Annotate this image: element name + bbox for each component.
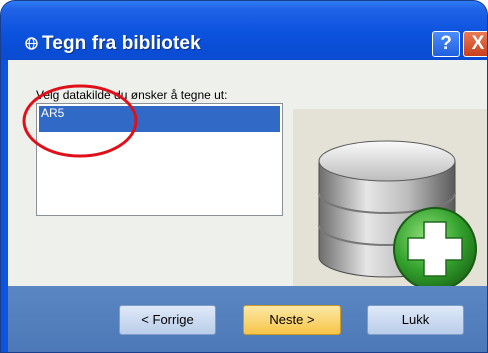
database-add-icon xyxy=(318,140,477,286)
help-button[interactable]: ? xyxy=(432,31,460,57)
title-bar[interactable]: Tegn fra bibliotek ? X xyxy=(1,1,487,60)
globe-icon xyxy=(25,37,38,50)
previous-button[interactable]: < Forrige xyxy=(119,305,216,335)
annotation-circle xyxy=(22,84,138,158)
next-button[interactable]: Neste > xyxy=(243,305,341,335)
close-button[interactable]: Lukk xyxy=(367,305,464,335)
illustration-panel xyxy=(293,109,487,286)
window-title: Tegn fra bibliotek xyxy=(42,33,201,54)
close-window-button[interactable]: X xyxy=(463,31,487,57)
